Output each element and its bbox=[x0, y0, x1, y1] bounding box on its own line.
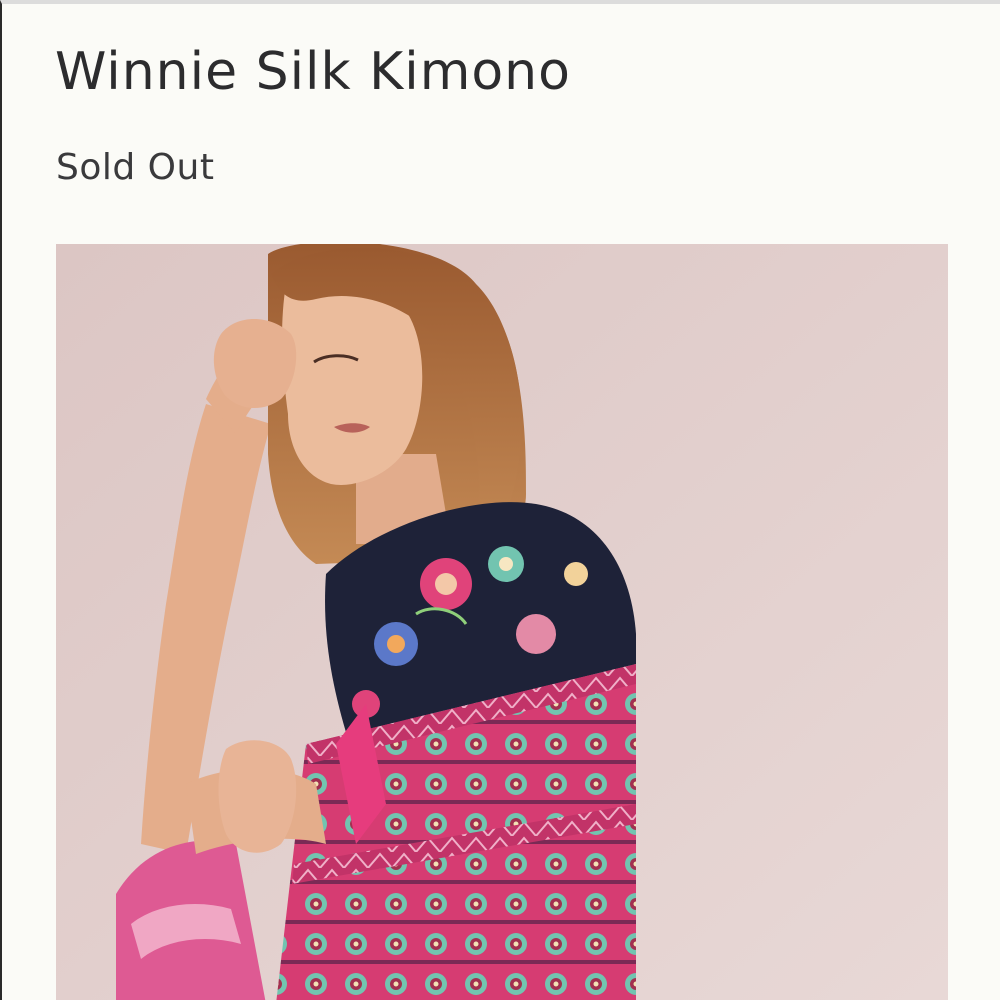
product-title: Winnie Silk Kimono bbox=[55, 42, 571, 102]
product-photo[interactable] bbox=[56, 244, 948, 1000]
model-in-kimono-image bbox=[56, 244, 948, 1000]
product-page: Winnie Silk Kimono Sold Out bbox=[0, 0, 1000, 1000]
sold-out-status: Sold Out bbox=[56, 147, 215, 188]
